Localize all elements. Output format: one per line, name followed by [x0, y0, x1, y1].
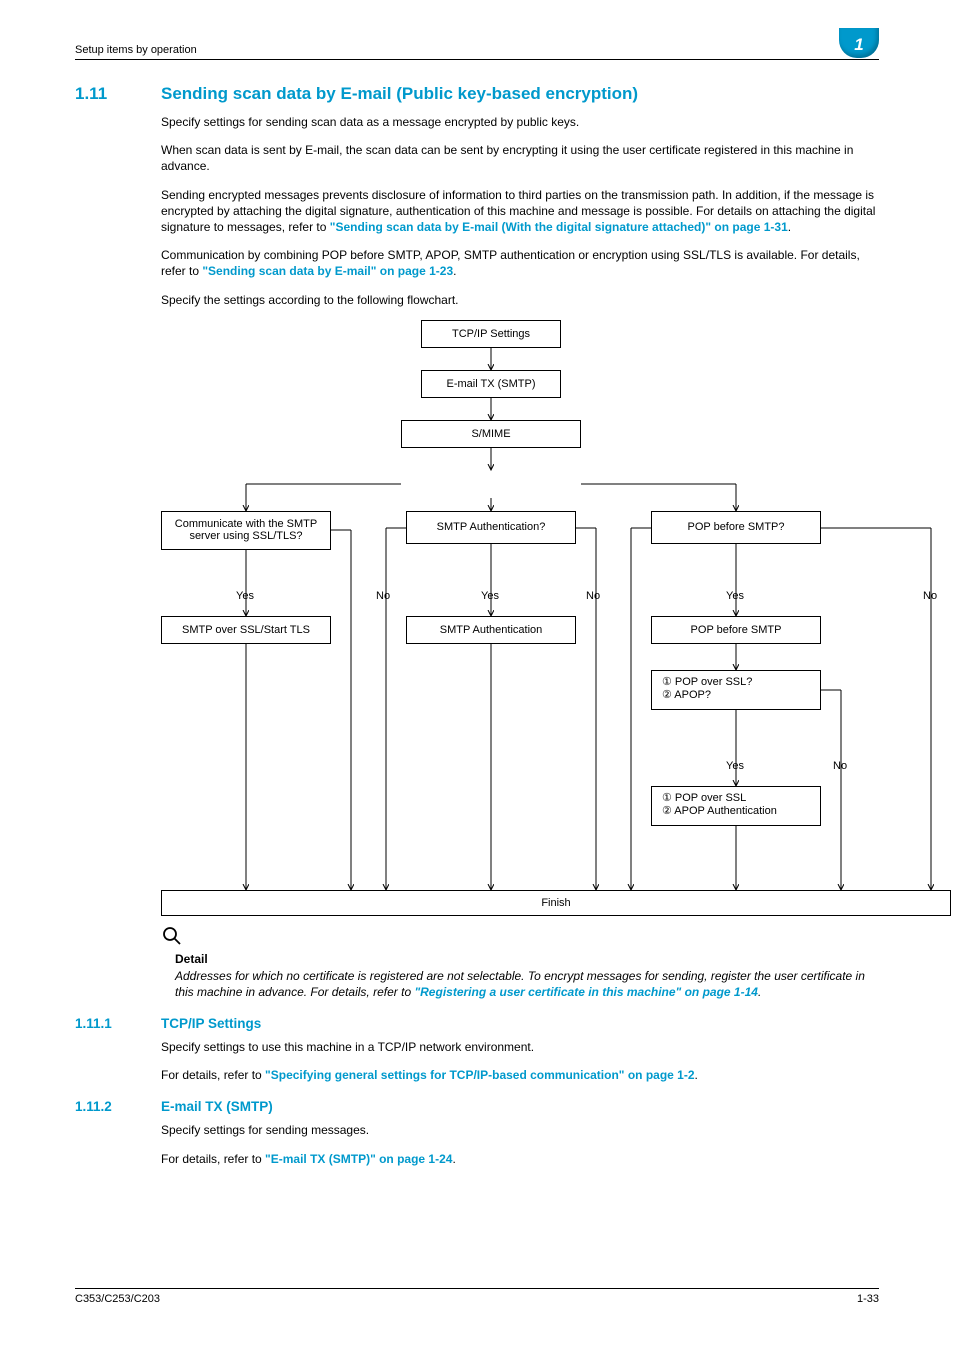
- section-title: Sending scan data by E-mail (Public key-…: [161, 84, 638, 103]
- fc-smime: S/MIME: [401, 420, 581, 448]
- page-footer: C353/C253/C203 1-33: [75, 1288, 879, 1305]
- fc-finish: Finish: [161, 890, 951, 916]
- fc-q-popssl-apop: ① POP over SSL? ② APOP?: [651, 670, 821, 710]
- link-register-cert[interactable]: "Registering a user certificate in this …: [414, 985, 757, 999]
- fc-yes-2: Yes: [481, 590, 499, 602]
- fc-no-1: No: [376, 590, 390, 602]
- intro-p5: Specify the settings according to the fo…: [161, 292, 879, 308]
- detail-text: Addresses for which no certificate is re…: [175, 968, 879, 1000]
- intro-p3: Sending encrypted messages prevents disc…: [161, 187, 879, 236]
- detail-text-c: .: [758, 985, 761, 999]
- fc-q-popbefore: POP before SMTP?: [651, 511, 821, 544]
- p4-tail: .: [453, 264, 456, 278]
- subsection-1-heading: 1.11.1TCP/IP Settings: [75, 1016, 879, 1031]
- sub1-title: TCP/IP Settings: [161, 1016, 261, 1031]
- section-number: 1.11: [75, 84, 161, 104]
- fc-no-4: No: [833, 760, 847, 772]
- fc-a-smtpssl: SMTP over SSL/Start TLS: [161, 616, 331, 644]
- flowchart: TCP/IP Settings E-mail TX (SMTP) S/MIME …: [161, 320, 879, 920]
- sub1-number: 1.11.1: [75, 1016, 161, 1031]
- sub2-details: For details, refer to "E-mail TX (SMTP)"…: [161, 1151, 879, 1167]
- fc-q4b: ② APOP?: [662, 688, 711, 701]
- sub1-details: For details, refer to "Specifying genera…: [161, 1067, 879, 1083]
- sub1-p: Specify settings to use this machine in …: [161, 1039, 879, 1055]
- page-content: 1.11Sending scan data by E-mail (Public …: [75, 84, 879, 1270]
- breadcrumb: Setup items by operation: [75, 44, 197, 56]
- footer-model: C353/C253/C203: [75, 1293, 160, 1305]
- intro-p4: Communication by combining POP before SM…: [161, 247, 879, 279]
- magnifier-icon: [161, 925, 183, 950]
- fc-q4a: ① POP over SSL?: [662, 675, 752, 688]
- intro-p2: When scan data is sent by E-mail, the sc…: [161, 142, 879, 174]
- fc-no-2: No: [586, 590, 600, 602]
- fc-yes-3: Yes: [726, 590, 744, 602]
- intro-p1: Specify settings for sending scan data a…: [161, 114, 879, 130]
- fc-a-smtpauth: SMTP Authentication: [406, 616, 576, 644]
- section-heading: 1.11Sending scan data by E-mail (Public …: [75, 84, 879, 104]
- link-sending-email[interactable]: "Sending scan data by E-mail" on page 1-…: [202, 264, 453, 278]
- footer-page: 1-33: [857, 1293, 879, 1305]
- sub2-post: .: [452, 1152, 455, 1166]
- p3-tail: .: [788, 220, 791, 234]
- fc-a-popssl-apop: ① POP over SSL ② APOP Authentication: [651, 786, 821, 826]
- fc-q-smtpauth: SMTP Authentication?: [406, 511, 576, 544]
- link-tcpip-settings[interactable]: "Specifying general settings for TCP/IP-…: [265, 1068, 694, 1082]
- fc-a-popbefore: POP before SMTP: [651, 616, 821, 644]
- detail-note: Detail Addresses for which no certificat…: [161, 925, 879, 1000]
- fc-tcpip: TCP/IP Settings: [421, 320, 561, 348]
- fc-yes-1: Yes: [236, 590, 254, 602]
- subsection-2-heading: 1.11.2E-mail TX (SMTP): [75, 1099, 879, 1114]
- sub2-number: 1.11.2: [75, 1099, 161, 1114]
- fc-yes-4: Yes: [726, 760, 744, 772]
- sub2-p: Specify settings for sending messages.: [161, 1122, 879, 1138]
- sub2-title: E-mail TX (SMTP): [161, 1099, 273, 1114]
- fc-no-3: No: [923, 590, 937, 602]
- link-emailtx-smtp[interactable]: "E-mail TX (SMTP)" on page 1-24: [265, 1152, 452, 1166]
- link-digital-signature[interactable]: "Sending scan data by E-mail (With the d…: [330, 220, 788, 234]
- fc-q-ssltls: Communicate with the SMTP server using S…: [161, 511, 331, 550]
- sub2-pre: For details, refer to: [161, 1152, 265, 1166]
- fc-a4b: ② APOP Authentication: [662, 804, 777, 817]
- sub1-pre: For details, refer to: [161, 1068, 265, 1082]
- sub1-post: .: [695, 1068, 698, 1082]
- detail-title: Detail: [175, 952, 879, 966]
- page-header: Setup items by operation: [75, 42, 879, 60]
- fc-emailtx: E-mail TX (SMTP): [421, 370, 561, 398]
- fc-a4a: ① POP over SSL: [662, 791, 746, 804]
